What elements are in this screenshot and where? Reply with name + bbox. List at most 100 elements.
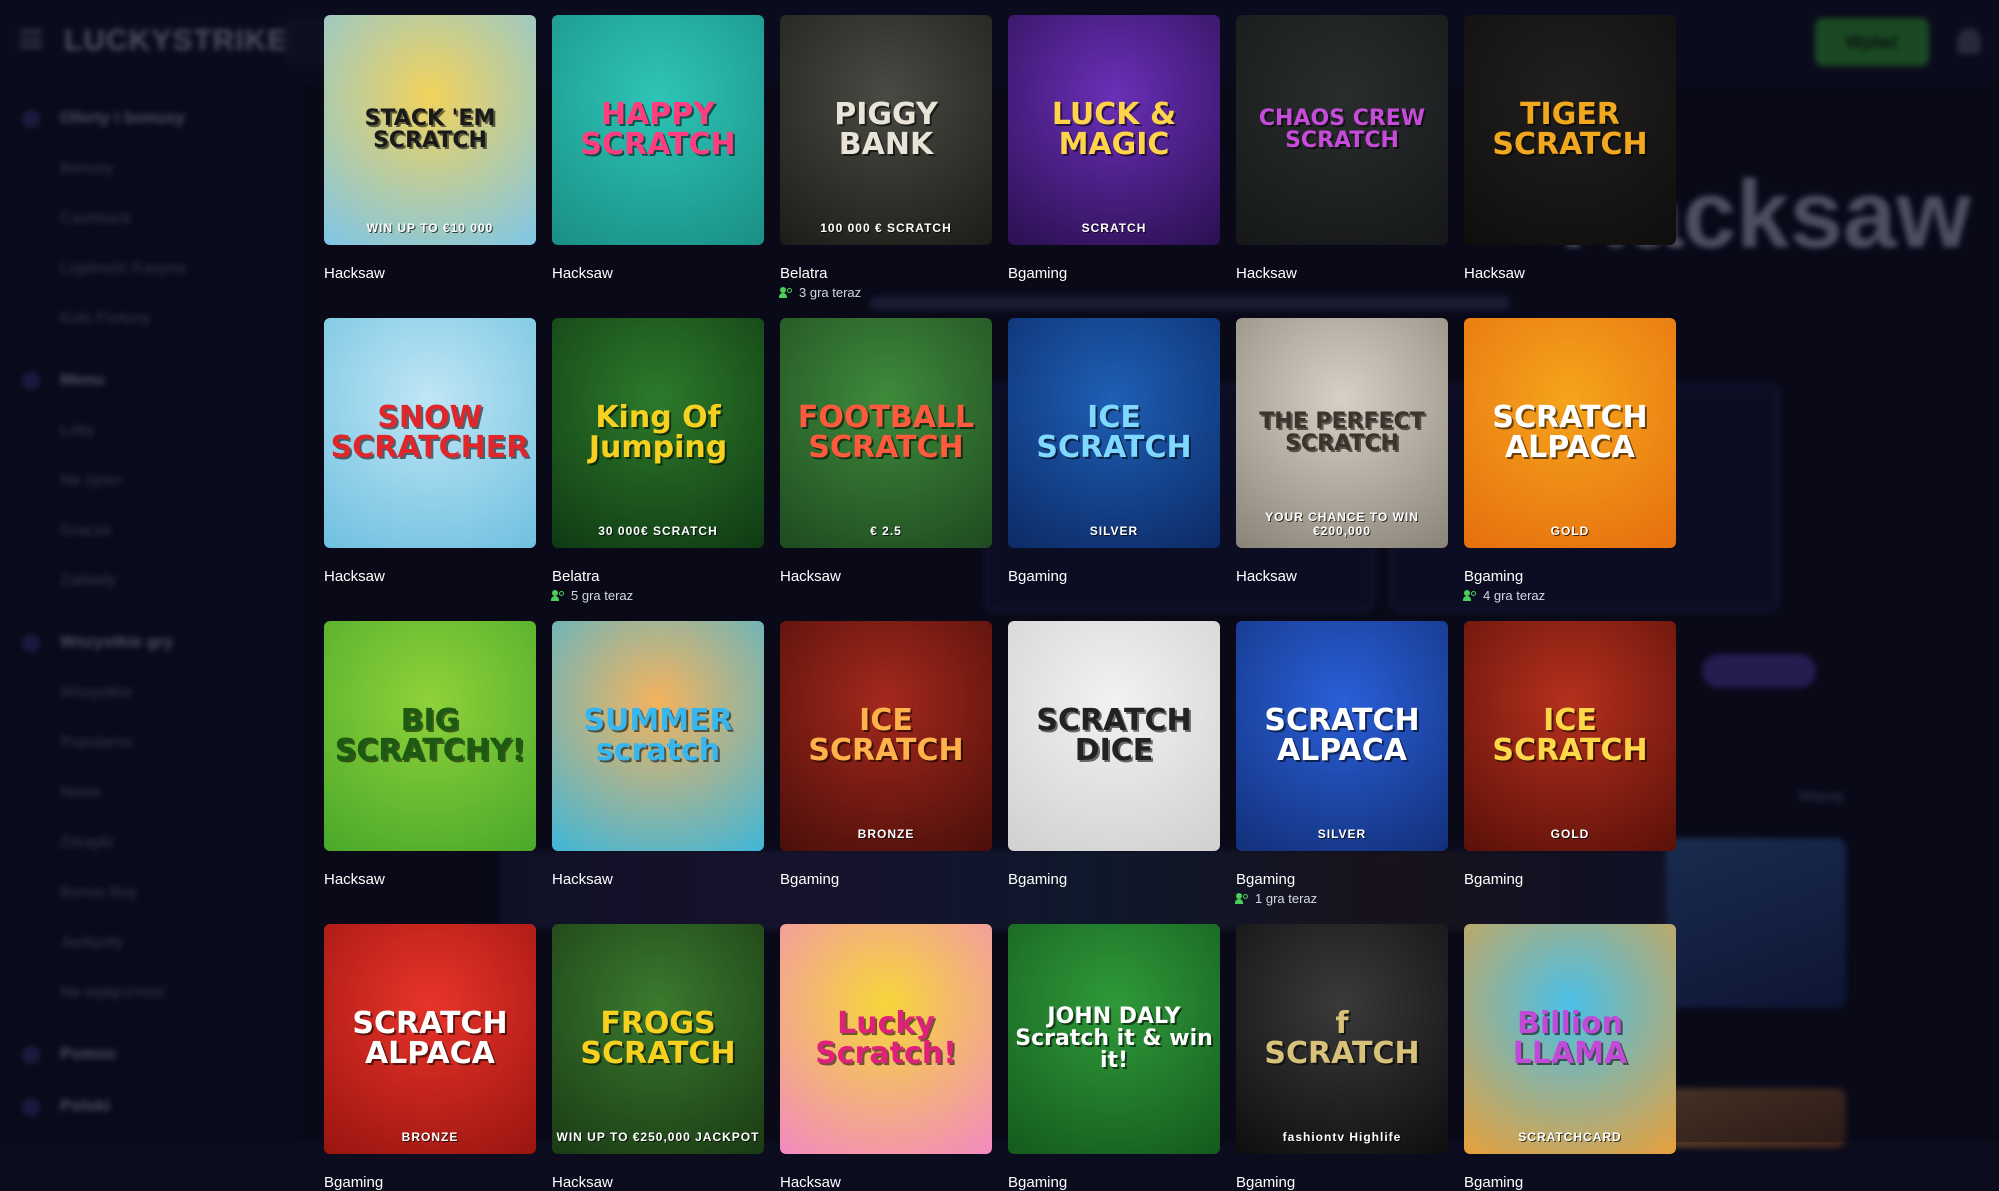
game-tile[interactable]: STACK 'EM SCRATCH WIN UP TO €10 000 Hacksa… (324, 15, 536, 282)
game-subtitle: 30 000€ SCRATCH (598, 524, 718, 538)
game-tile[interactable]: PIGGY BANK 100 000 € SCRATCH Belatra 3 gra … (779, 15, 992, 300)
players-online: 3 gra teraz (779, 285, 861, 300)
players-count: 1 gra teraz (1255, 891, 1318, 906)
game-tile[interactable]: JOHN DALY Scratch it & win it! Bgaming (1008, 924, 1220, 1191)
game-thumbnail[interactable]: PIGGY BANK 100 000 € SCRATCH (780, 15, 992, 245)
game-provider[interactable]: Hacksaw (780, 1174, 841, 1191)
game-tile[interactable]: SNOW SCRATCHER Hacksaw (324, 318, 536, 585)
game-subtitle: GOLD (1550, 524, 1590, 538)
game-tile[interactable]: BIG SCRATCHY! Hacksaw (324, 621, 536, 888)
users-icon (1235, 893, 1250, 904)
game-tile[interactable]: SCRATCH DICE Bgaming (1008, 621, 1220, 888)
game-title: BIG SCRATCHY! (334, 703, 526, 768)
game-thumbnail[interactable]: SCRATCH ALPACA GOLD (1464, 318, 1676, 548)
game-provider[interactable]: Hacksaw (324, 265, 385, 282)
game-tile[interactable]: FROGS SCRATCH WIN UP TO €250,000 JACKPOT H… (552, 924, 764, 1191)
game-tile[interactable]: f SCRATCH fashiontv Highlife Bgaming (1236, 924, 1448, 1191)
game-title: TIGER SCRATCH (1492, 97, 1648, 162)
game-title: LUCK & MAGIC (1051, 97, 1177, 162)
game-title: SCRATCH DICE (1036, 703, 1192, 768)
game-title: SCRATCH ALPACA (352, 1006, 508, 1071)
dim-overlay (0, 0, 1999, 1142)
game-provider[interactable]: Bgaming (1008, 265, 1067, 282)
players-online: 4 gra teraz (1463, 588, 1546, 603)
game-provider[interactable]: Belatra (780, 265, 828, 282)
game-thumbnail[interactable]: ICE SCRATCH GOLD (1464, 621, 1676, 851)
game-provider[interactable]: Bgaming (1464, 568, 1523, 585)
game-provider[interactable]: Bgaming (1236, 871, 1295, 888)
game-provider[interactable]: Hacksaw (324, 871, 385, 888)
game-subtitle: SILVER (1089, 524, 1139, 538)
game-provider[interactable]: Hacksaw (552, 871, 613, 888)
game-tile[interactable]: Lucky Scratch! Hacksaw (780, 924, 992, 1191)
game-thumbnail[interactable]: SCRATCH ALPACA SILVER (1236, 621, 1448, 851)
game-tile[interactable]: Billion LLAMA SCRATCHCARD Bgaming (1464, 924, 1676, 1191)
game-provider[interactable]: Bgaming (1008, 1174, 1067, 1191)
game-title: STACK 'EM SCRATCH (364, 106, 496, 153)
game-subtitle: 100 000 € SCRATCH (820, 221, 952, 235)
game-thumbnail[interactable]: FROGS SCRATCH WIN UP TO €250,000 JACKPOT (552, 924, 764, 1154)
game-tile[interactable]: SCRATCH ALPACA SILVER Bgaming 1 gra teraz (1235, 621, 1448, 906)
game-title: ICE SCRATCH (808, 703, 964, 768)
game-tile[interactable]: FOOTBALL SCRATCH € 2.5 Hacksaw (780, 318, 992, 585)
game-provider[interactable]: Bgaming (324, 1174, 383, 1191)
game-subtitle: € 2.5 (870, 524, 902, 538)
game-thumbnail[interactable]: SUMMER scratch (552, 621, 764, 851)
game-tile[interactable]: HAPPY SCRATCH Hacksaw (552, 15, 764, 282)
game-tile[interactable]: ICE SCRATCH GOLD Bgaming (1464, 621, 1676, 888)
game-provider[interactable]: Hacksaw (1236, 265, 1297, 282)
game-provider[interactable]: Hacksaw (552, 1174, 613, 1191)
players-count: 5 gra teraz (571, 588, 634, 603)
game-tile[interactable]: THE PERFECT SCRATCH YOUR CHANCE TO WIN €2… (1236, 318, 1448, 585)
game-thumbnail[interactable]: HAPPY SCRATCH (552, 15, 764, 245)
game-subtitle: YOUR CHANCE TO WIN €200,000 (1265, 510, 1419, 538)
game-provider[interactable]: Hacksaw (552, 265, 613, 282)
game-tile[interactable]: SCRATCH ALPACA GOLD Bgaming 4 gra teraz (1463, 318, 1676, 603)
game-title: JOHN DALY Scratch it & win it! (1015, 1004, 1213, 1073)
game-tile[interactable]: CHAOS CREW SCRATCH Hacksaw (1236, 15, 1448, 282)
game-tile[interactable]: ICE SCRATCH BRONZE Bgaming (780, 621, 992, 888)
game-thumbnail[interactable]: Lucky Scratch! (780, 924, 992, 1154)
users-icon (551, 590, 566, 601)
game-thumbnail[interactable]: SNOW SCRATCHER (324, 318, 536, 548)
game-thumbnail[interactable]: BIG SCRATCHY! (324, 621, 536, 851)
game-thumbnail[interactable]: King Of Jumping 30 000€ SCRATCH (552, 318, 764, 548)
game-thumbnail[interactable]: CHAOS CREW SCRATCH (1236, 15, 1448, 245)
game-title: PIGGY BANK (834, 97, 938, 162)
players-online: 1 gra teraz (1235, 891, 1318, 906)
game-provider[interactable]: Bgaming (1236, 1174, 1295, 1191)
game-subtitle: WIN UP TO €10 000 (366, 221, 494, 235)
game-provider[interactable]: Bgaming (1008, 568, 1067, 585)
game-thumbnail[interactable]: ICE SCRATCH BRONZE (780, 621, 992, 851)
game-tile[interactable]: King Of Jumping 30 000€ SCRATCH Belatra 5 g… (551, 318, 764, 603)
game-provider[interactable]: Bgaming (1008, 871, 1067, 888)
game-tile[interactable]: SCRATCH ALPACA BRONZE Bgaming (324, 924, 536, 1191)
game-tile[interactable]: LUCK & MAGIC SCRATCH Bgaming (1008, 15, 1220, 282)
game-thumbnail[interactable]: f SCRATCH fashiontv Highlife (1236, 924, 1448, 1154)
game-thumbnail[interactable]: Billion LLAMA SCRATCHCARD (1464, 924, 1676, 1154)
players-count: 4 gra teraz (1483, 588, 1546, 603)
game-thumbnail[interactable]: LUCK & MAGIC SCRATCH (1008, 15, 1220, 245)
users-icon (1463, 590, 1478, 601)
game-thumbnail[interactable]: SCRATCH DICE (1008, 621, 1220, 851)
game-thumbnail[interactable]: ICE SCRATCH SILVER (1008, 318, 1220, 548)
game-tile[interactable]: SUMMER scratch Hacksaw (552, 621, 764, 888)
game-thumbnail[interactable]: JOHN DALY Scratch it & win it! (1008, 924, 1220, 1154)
game-provider[interactable]: Hacksaw (324, 568, 385, 585)
game-provider[interactable]: Hacksaw (780, 568, 841, 585)
game-thumbnail[interactable]: STACK 'EM SCRATCH WIN UP TO €10 000 (324, 15, 536, 245)
game-provider[interactable]: Bgaming (780, 871, 839, 888)
game-thumbnail[interactable]: TIGER SCRATCH (1464, 15, 1676, 245)
game-subtitle: SCRATCH (1081, 221, 1147, 235)
game-provider[interactable]: Bgaming (1464, 871, 1523, 888)
game-provider[interactable]: Hacksaw (1236, 568, 1297, 585)
game-provider[interactable]: Bgaming (1464, 1174, 1523, 1191)
game-thumbnail[interactable]: THE PERFECT SCRATCH YOUR CHANCE TO WIN €2… (1236, 318, 1448, 548)
game-tile[interactable]: TIGER SCRATCH Hacksaw (1464, 15, 1676, 282)
game-title: HAPPY SCRATCH (580, 97, 736, 162)
game-provider[interactable]: Belatra (552, 568, 600, 585)
game-thumbnail[interactable]: SCRATCH ALPACA BRONZE (324, 924, 536, 1154)
game-thumbnail[interactable]: FOOTBALL SCRATCH € 2.5 (780, 318, 992, 548)
game-provider[interactable]: Hacksaw (1464, 265, 1525, 282)
game-tile[interactable]: ICE SCRATCH SILVER Bgaming (1008, 318, 1220, 585)
